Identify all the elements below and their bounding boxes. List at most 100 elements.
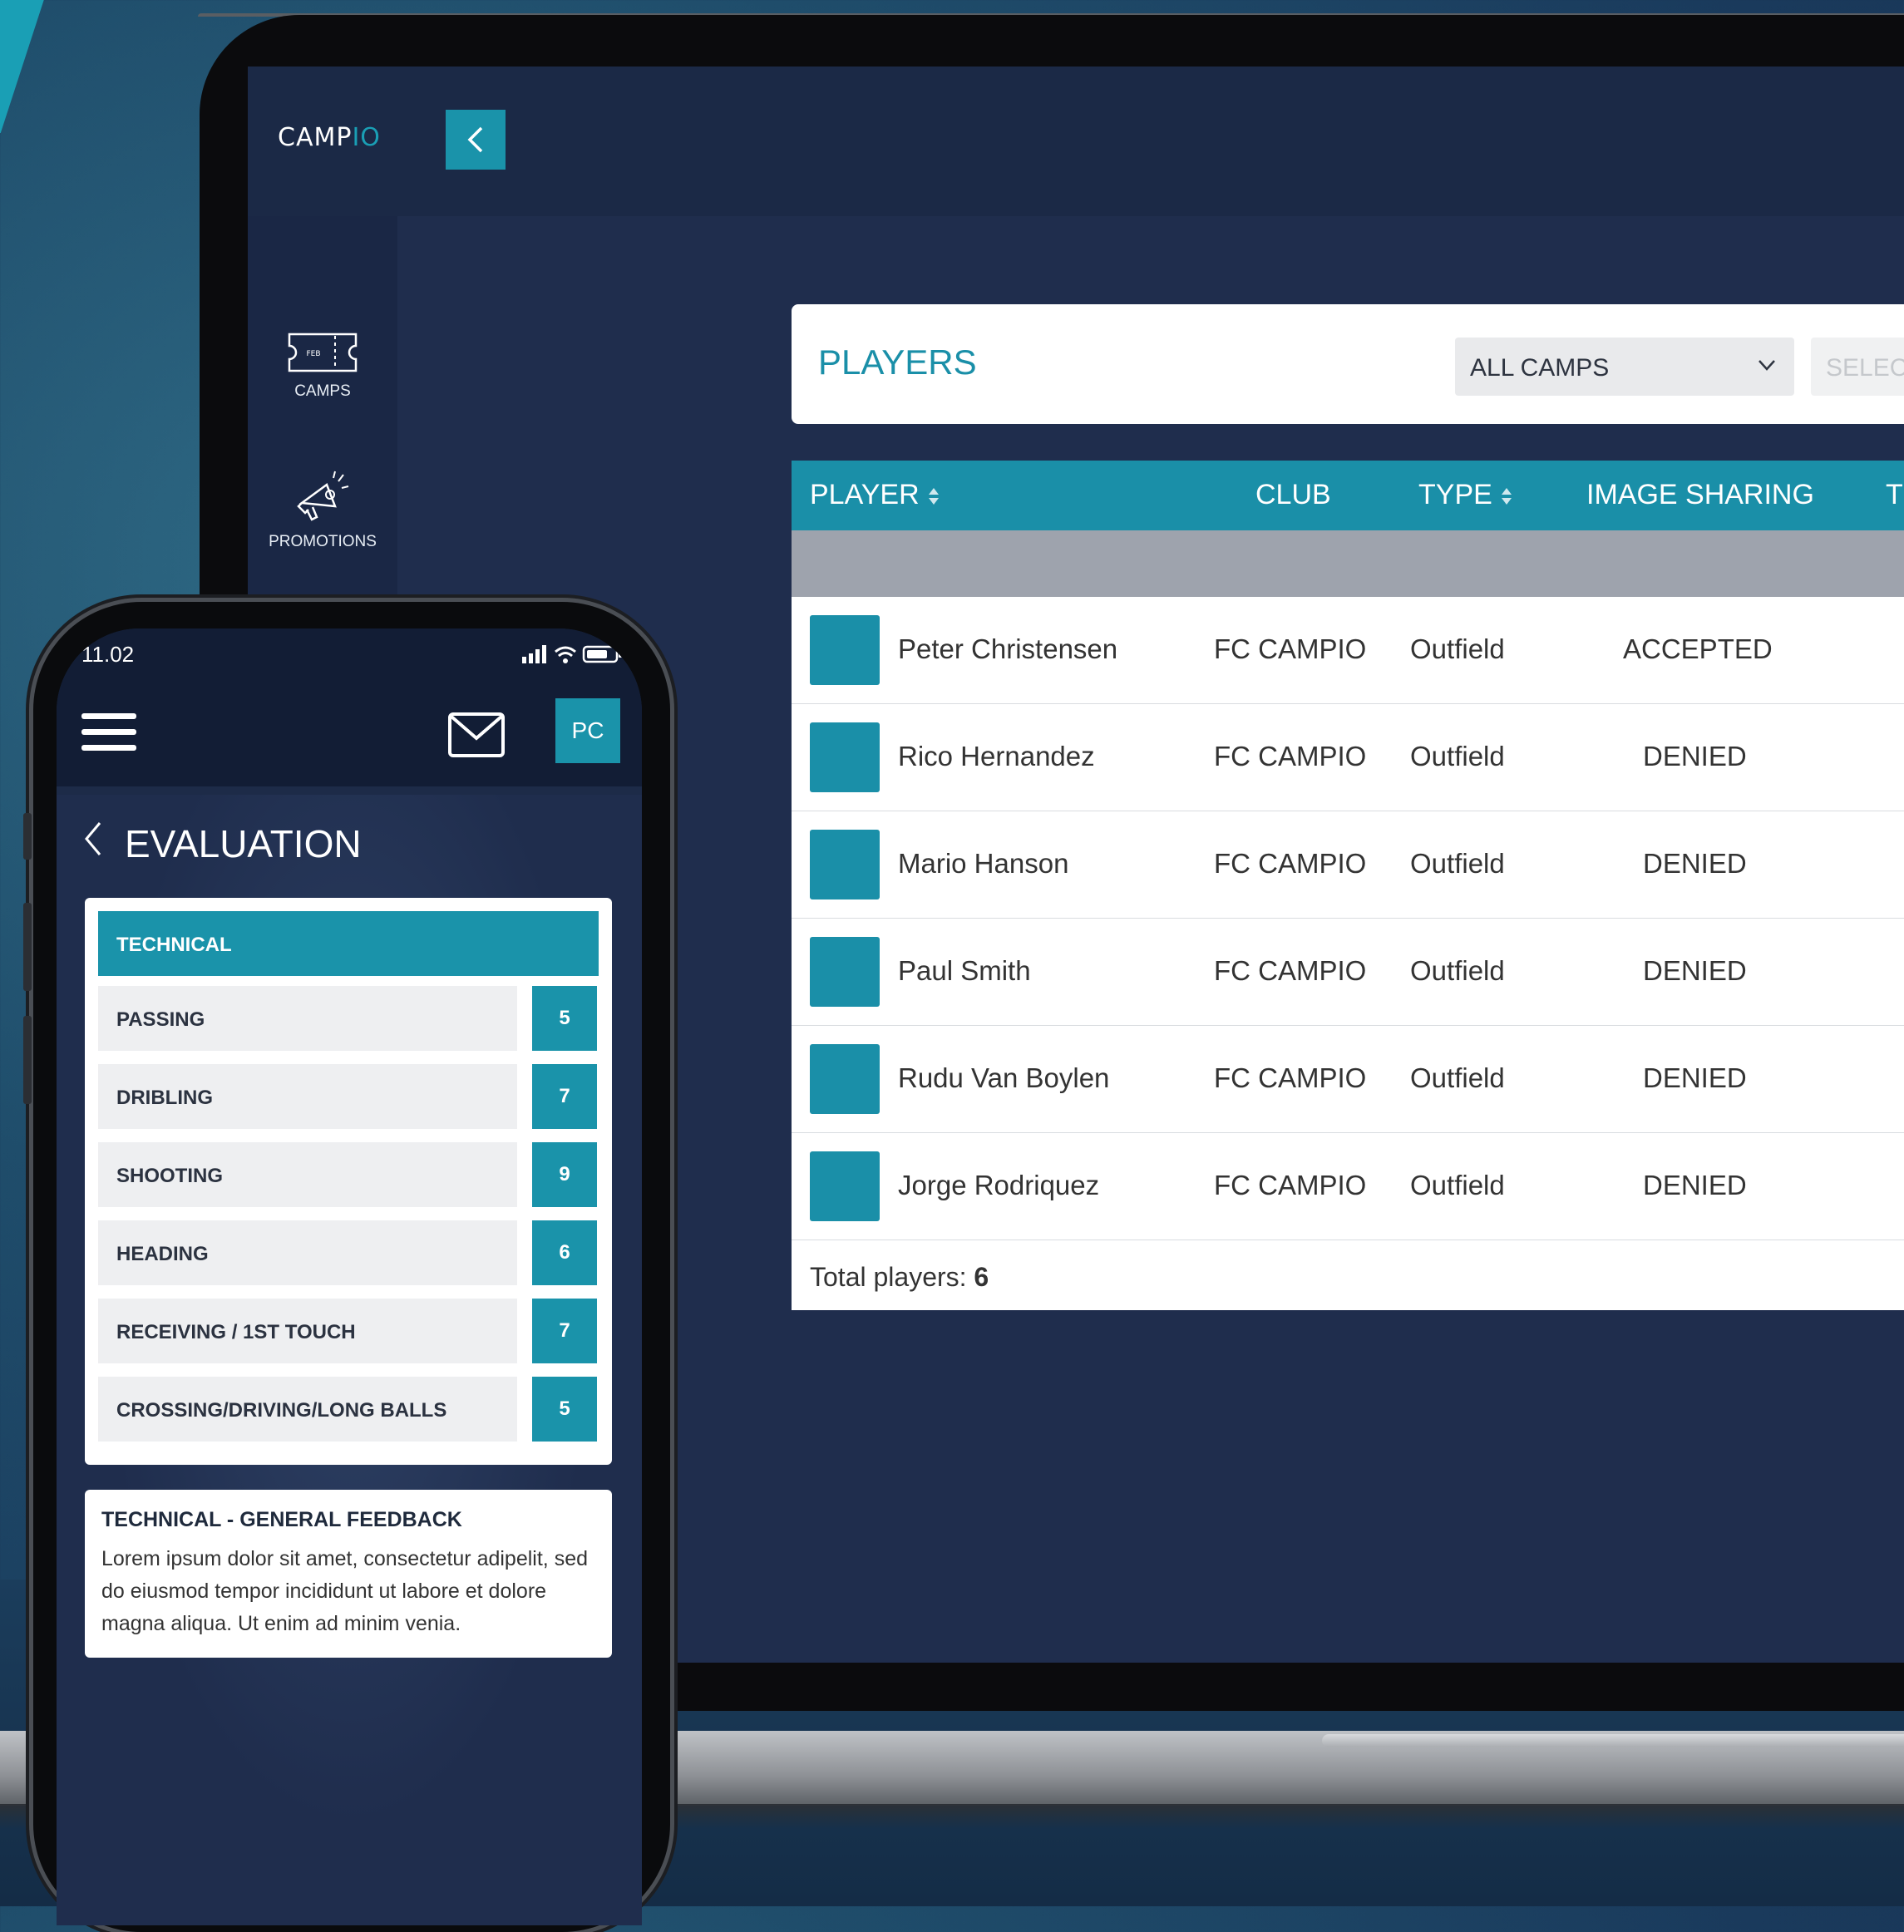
evaluation-title: EVALUATION [125,822,362,865]
chevron-down-icon [1758,360,1775,371]
secondary-select[interactable]: SELEC [1811,338,1904,396]
table-row[interactable]: Paul Smith FC CAMPIO Outfield DENIED [792,919,1904,1027]
table-header: PLAYER CLUB TYPE IMAGE SHARING T [792,461,1904,530]
player-club: FC CAMPIO [1214,1062,1367,1093]
table-row[interactable]: Rudu Van Boylen FC CAMPIO Outfield DENIE… [792,1026,1904,1134]
player-club: FC CAMPIO [1214,955,1367,986]
player-avatar [810,830,880,899]
phone-screen: 11.02 PC EVALUATION TECHNICAL PASSING 5 … [57,628,642,1925]
avatar[interactable]: PC [555,698,620,763]
player-name: Paul Smith [898,955,1031,986]
player-avatar [810,615,880,685]
tab-technical[interactable]: TECHNICAL [98,911,599,976]
image-sharing-status: DENIED [1643,848,1747,879]
column-image-sharing: IMAGE SHARING [1586,479,1814,510]
phone-volume-down [23,1016,32,1104]
top-bar: CAMPIO [248,67,1904,216]
player-name: Jorge Rodriquez [898,1170,1100,1200]
table-row[interactable]: Peter Christensen FC CAMPIO Outfield ACC… [792,597,1904,705]
sidebar-item-promotions[interactable]: PROMOTIONS [248,470,397,551]
player-type: Outfield [1410,848,1505,879]
phone-mute-switch [23,813,32,860]
sort-icon [928,488,939,505]
skill-score: 5 [532,986,597,1051]
column-club: CLUB [1255,479,1331,510]
filter-row [792,530,1904,597]
sort-icon [1501,488,1512,505]
player-club: FC CAMPIO [1214,1170,1367,1200]
players-header-card: PLAYERS ALL CAMPS SELEC [792,304,1904,424]
evaluation-card: TECHNICAL PASSING 5 DRIBLING 7 SHOOTING … [85,898,612,1465]
player-type: Outfield [1410,955,1505,986]
feedback-card: TECHNICAL - GENERAL FEEDBACK Lorem ipsum… [85,1490,612,1658]
table-row[interactable]: Mario Hanson FC CAMPIO Outfield DENIED [792,811,1904,919]
column-truncated: T [1886,479,1903,510]
app-bar: PC [57,687,642,786]
image-sharing-status: ACCEPTED [1623,633,1773,664]
skill-row[interactable]: CROSSING/DRIVING/LONG BALLS 5 [98,1377,599,1442]
feedback-title: TECHNICAL - GENERAL FEEDBACK [101,1508,462,1531]
skill-score: 7 [532,1299,597,1363]
skill-label: SHOOTING [98,1142,517,1207]
image-sharing-status: DENIED [1643,741,1747,771]
player-type: Outfield [1410,1170,1505,1200]
skill-label: RECEIVING / 1ST TOUCH [98,1299,517,1363]
status-bar: 11.02 [57,628,642,687]
skill-row[interactable]: RECEIVING / 1ST TOUCH 7 [98,1299,599,1363]
back-chevron-icon[interactable] [83,820,103,858]
megaphone-icon [297,471,349,521]
skill-row[interactable]: PASSING 5 [98,986,599,1051]
signal-icon [522,645,546,663]
menu-icon[interactable] [81,713,136,753]
table-row[interactable]: Rico Hernandez FC CAMPIO Outfield DENIED [792,704,1904,812]
player-name: Rico Hernandez [898,741,1095,771]
player-avatar [810,1044,880,1114]
image-sharing-status: DENIED [1643,955,1747,986]
ticket-icon: FEB [288,333,358,372]
image-sharing-status: DENIED [1643,1062,1747,1093]
collapse-sidebar-button[interactable] [446,110,506,170]
skill-score: 5 [532,1377,597,1442]
status-time: 11.02 [81,642,135,667]
image-sharing-status: DENIED [1643,1170,1747,1200]
column-type[interactable]: TYPE [1418,479,1512,511]
skill-score: 7 [532,1064,597,1129]
wifi-icon [555,646,576,663]
feedback-text: Lorem ipsum dolor sit amet, consectetur … [101,1547,588,1635]
skill-row[interactable]: SHOOTING 9 [98,1142,599,1207]
chevron-left-icon [467,126,483,153]
svg-text:FEB: FEB [306,350,320,358]
player-type: Outfield [1410,633,1505,664]
player-club: FC CAMPIO [1214,741,1367,771]
phone-volume-up [23,903,32,991]
skill-row[interactable]: DRIBLING 7 [98,1064,599,1129]
camp-select[interactable]: ALL CAMPS [1455,338,1794,396]
skill-label: CROSSING/DRIVING/LONG BALLS [98,1377,517,1442]
player-type: Outfield [1410,1062,1505,1093]
player-name: Rudu Van Boylen [898,1062,1110,1093]
skill-row[interactable]: HEADING 6 [98,1220,599,1285]
laptop-hinge [1322,1734,1904,1747]
brand-stripe [0,0,50,133]
player-type: Outfield [1410,741,1505,771]
total-players: Total players: 6 [810,1262,989,1292]
skill-label: HEADING [98,1220,517,1285]
player-club: FC CAMPIO [1214,848,1367,879]
player-avatar [810,722,880,792]
table-footer: Total players: 6 [792,1240,1904,1310]
campio-logo[interactable]: CAMPIO [278,123,381,152]
mail-icon[interactable] [447,712,506,758]
column-player[interactable]: PLAYER [810,479,940,511]
battery-icon [582,645,622,663]
player-avatar [810,937,880,1007]
table-row[interactable]: Jorge Rodriquez FC CAMPIO Outfield DENIE… [792,1133,1904,1241]
player-avatar [810,1151,880,1221]
player-name: Peter Christensen [898,633,1118,664]
sidebar-item-camps[interactable]: FEB CAMPS [248,331,397,401]
status-icons [522,645,622,663]
skill-score: 6 [532,1220,597,1285]
page-title: PLAYERS [818,343,977,382]
skill-score: 9 [532,1142,597,1207]
skill-label: PASSING [98,986,517,1051]
player-name: Mario Hanson [898,848,1069,879]
